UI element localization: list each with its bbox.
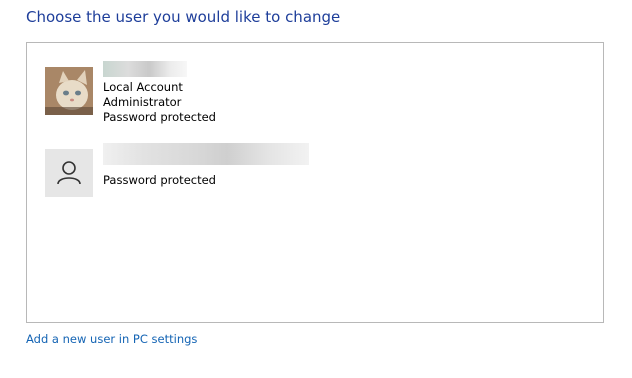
add-new-user-link[interactable]: Add a new user in PC settings [26,332,197,346]
account-type-label: Local Account [103,80,183,94]
role-label: Administrator [103,95,182,109]
page-title: Choose the user you would like to change [26,8,341,26]
cat-photo-avatar [45,67,93,115]
password-status-label: Password protected [103,110,216,124]
user-tile-local-account[interactable]: Local Account Administrator Password pro… [45,61,565,124]
user-tile-second-account[interactable]: Password protected [45,143,565,203]
user-details: Local Account Administrator Password pro… [103,80,216,125]
password-status-label: Password protected [103,173,216,187]
user-name-redacted [103,61,187,77]
person-icon [45,149,93,197]
user-list: Local Account Administrator Password pro… [26,42,604,323]
user-details: Password protected [103,173,216,188]
user-name-redacted [103,143,309,165]
